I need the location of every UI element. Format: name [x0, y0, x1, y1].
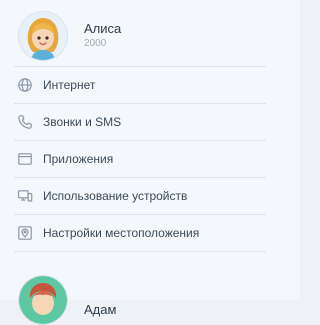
menu-item-label: Интернет	[43, 78, 96, 92]
menu-item-label: Приложения	[43, 152, 114, 166]
profile-subtitle: 2000	[84, 38, 107, 49]
globe-icon	[16, 76, 34, 94]
menu-item-internet[interactable]: Интернет	[14, 66, 266, 103]
location-pin-icon	[16, 224, 34, 242]
app-window-icon	[16, 150, 34, 168]
menu-item-label: Настройки местоположения	[43, 226, 200, 240]
profile-alisa[interactable]: Алиса 2000	[18, 11, 122, 61]
menu-item-label: Использование устройств	[43, 189, 188, 203]
profile-panel: Алиса 2000 Интернет Звонки и SMS Приложе…	[0, 0, 300, 325]
menu-item-calls-sms[interactable]: Звонки и SMS	[14, 103, 266, 140]
avatar	[18, 11, 68, 61]
girl-avatar-icon	[19, 12, 67, 60]
avatar	[18, 275, 68, 325]
profile-name: Алиса	[84, 21, 122, 36]
menu-item-device-usage[interactable]: Использование устройств	[14, 177, 266, 214]
boy-avatar-icon	[19, 276, 67, 324]
profile-adam[interactable]: Адам	[18, 275, 117, 325]
devices-icon	[16, 187, 34, 205]
settings-menu: Интернет Звонки и SMS Приложения Использ…	[14, 66, 266, 252]
phone-icon	[16, 113, 34, 131]
menu-item-apps[interactable]: Приложения	[14, 140, 266, 177]
menu-item-location-settings[interactable]: Настройки местоположения	[14, 214, 266, 252]
profile-name: Адам	[84, 302, 117, 317]
menu-item-label: Звонки и SMS	[43, 115, 122, 129]
